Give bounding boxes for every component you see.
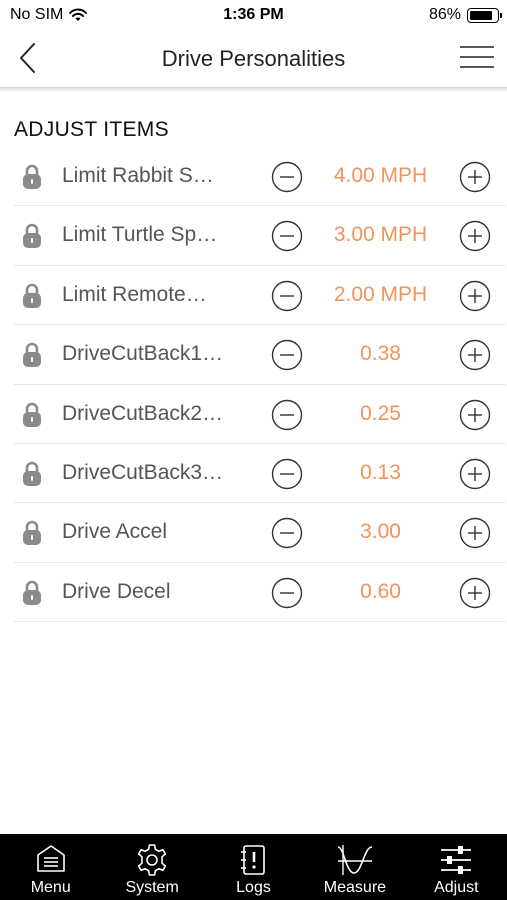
adjust-item-label: Drive Accel	[62, 520, 168, 544]
battery-percent: 86%	[428, 6, 461, 23]
tab-label: Adjust	[434, 879, 479, 896]
adjust-item-label: DriveCutBack1…	[62, 342, 224, 366]
logs-icon	[240, 845, 265, 875]
lock-icon	[23, 342, 41, 368]
decrease-button[interactable]	[271, 339, 303, 371]
menu-icon	[36, 845, 65, 872]
adjust-item-row: Limit Turtle Sp… 3.00 MPH	[14, 206, 506, 266]
page-title: Drive Personalities	[161, 46, 346, 71]
lock-icon	[23, 461, 41, 486]
sliders-icon	[441, 846, 472, 874]
gear-icon	[138, 844, 167, 876]
adjust-item-row: DriveCutBack1… 0.38	[14, 325, 506, 385]
adjust-item-value: 3.00 MPH	[333, 223, 428, 247]
status-bar: No SIM 1:36 PM 86%	[0, 0, 507, 30]
adjust-item-row: DriveCutBack3… 0.13	[14, 444, 506, 504]
measure-icon	[337, 845, 373, 875]
tab-label: System	[125, 879, 179, 896]
tab-bar: Menu System Logs Measure Adjust	[0, 834, 507, 900]
adjust-item-row: DriveCutBack2… 0.25	[14, 385, 506, 444]
adjust-item-value: 4.00 MPH	[333, 164, 428, 187]
lock-icon	[23, 580, 41, 605]
lock-icon	[23, 283, 41, 308]
decrease-button[interactable]	[271, 220, 303, 252]
decrease-button[interactable]	[271, 399, 303, 431]
decrease-button[interactable]	[271, 161, 303, 193]
decrease-button[interactable]	[271, 577, 303, 609]
adjust-item-label: Drive Decel	[62, 579, 171, 603]
adjust-item-row: Limit Remote… 2.00 MPH	[14, 266, 506, 326]
adjust-item-value: 2.00 MPH	[333, 282, 428, 306]
tab-measure[interactable]: Measure	[304, 834, 405, 900]
battery-fill	[470, 10, 493, 20]
adjust-item-row: Drive Accel 3.00	[14, 503, 506, 563]
lock-icon	[23, 224, 41, 249]
adjust-item-value: 0.38	[360, 342, 401, 366]
status-right: 86%	[428, 6, 502, 24]
tab-label: Measure	[323, 879, 387, 896]
navigation-bar: Drive Personalities	[0, 30, 507, 88]
tab-adjust[interactable]: Adjust	[406, 834, 507, 900]
increase-button[interactable]	[459, 280, 491, 312]
tab-system[interactable]: System	[101, 834, 202, 900]
lock-icon	[23, 521, 41, 546]
battery-icon	[467, 7, 502, 23]
increase-button[interactable]	[459, 517, 491, 549]
adjust-item-label: Limit Turtle Sp…	[62, 223, 218, 247]
adjust-item-row: Limit Rabbit S… 4.00 MPH	[14, 147, 506, 207]
lock-icon	[23, 402, 41, 427]
tab-label: Logs	[236, 879, 271, 896]
increase-button[interactable]	[459, 577, 491, 609]
adjust-item-value: 0.25	[360, 401, 401, 425]
increase-button[interactable]	[459, 220, 491, 252]
decrease-button[interactable]	[271, 517, 303, 549]
increase-button[interactable]	[459, 161, 491, 193]
increase-button[interactable]	[459, 339, 491, 371]
adjust-item-label: Limit Remote…	[62, 282, 207, 306]
tab-logs[interactable]: Logs	[203, 834, 304, 900]
nav-divider	[0, 88, 507, 93]
adjust-item-label: DriveCutBack3…	[62, 460, 224, 484]
lock-icon	[23, 164, 41, 189]
decrease-button[interactable]	[271, 458, 303, 490]
section-title: ADJUST ITEMS	[14, 118, 169, 141]
adjust-item-label: Limit Rabbit S…	[62, 164, 214, 187]
adjust-item-value: 3.00	[360, 520, 401, 544]
decrease-button[interactable]	[271, 280, 303, 312]
adjust-item-row: Drive Decel 0.60	[14, 563, 506, 623]
increase-button[interactable]	[459, 458, 491, 490]
tab-label: Menu	[30, 879, 71, 896]
adjust-item-value: 0.13	[360, 460, 401, 484]
adjust-item-label: DriveCutBack2…	[62, 401, 224, 425]
tab-menu[interactable]: Menu	[0, 834, 101, 900]
increase-button[interactable]	[459, 399, 491, 431]
adjust-items-list: Limit Rabbit S… 4.00 MPH Limit Turtle Sp…	[14, 147, 506, 623]
adjust-item-value: 0.60	[360, 579, 401, 603]
hamburger-menu-icon[interactable]	[459, 44, 495, 70]
